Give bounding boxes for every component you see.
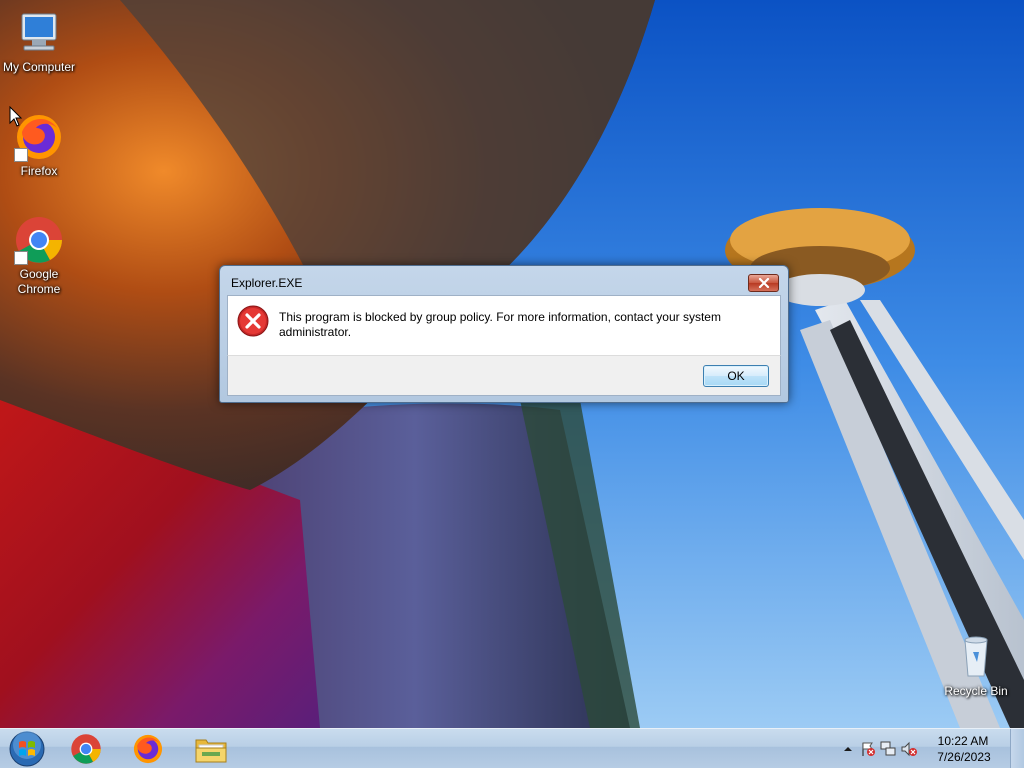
system-tray: 10:22 AM 7/26/2023: [834, 729, 1024, 768]
error-icon: [237, 305, 269, 337]
close-icon: [758, 278, 769, 288]
windows-start-icon: [9, 731, 45, 767]
folder-icon: [195, 739, 227, 763]
network-icon[interactable]: [880, 741, 896, 757]
dialog-close-button[interactable]: [748, 274, 779, 292]
chrome-icon: [14, 215, 64, 265]
error-dialog: Explorer.EXE This program is blocked by …: [219, 265, 789, 403]
firefox-icon: [133, 734, 163, 764]
ok-button[interactable]: OK: [703, 365, 769, 387]
show-hidden-icons-button[interactable]: [840, 741, 856, 757]
dialog-footer: OK: [227, 355, 781, 396]
show-desktop-button[interactable]: [1010, 729, 1024, 768]
desktop-icon-label: Firefox: [20, 164, 58, 178]
action-center-flag-icon[interactable]: [860, 741, 876, 757]
dialog-message: This program is blocked by group policy.…: [279, 310, 721, 339]
desktop-icon-label: My Computer: [2, 60, 76, 74]
desktop-icon-google-chrome[interactable]: Google Chrome: [0, 215, 78, 297]
shortcut-arrow-icon: [14, 251, 28, 265]
taskbar-explorer-button[interactable]: [183, 731, 239, 767]
volume-muted-icon[interactable]: [901, 741, 917, 757]
taskbar: 10:22 AM 7/26/2023: [0, 728, 1024, 768]
recycle-bin-icon: [951, 632, 1001, 682]
desktop-icon-my-computer[interactable]: My Computer: [0, 8, 78, 75]
desktop-icon-label: Recycle Bin: [944, 684, 1008, 698]
mouse-cursor-icon: [9, 106, 23, 127]
chrome-icon: [71, 734, 101, 764]
dialog-body: This program is blocked by group policy.…: [227, 295, 781, 355]
desktop-icon-label: Google Chrome: [17, 267, 61, 296]
taskbar-firefox-button[interactable]: [120, 731, 176, 767]
chevron-up-icon: [844, 747, 852, 751]
dialog-title: Explorer.EXE: [231, 276, 303, 290]
desktop-icon-recycle-bin[interactable]: Recycle Bin: [937, 632, 1015, 699]
start-button[interactable]: [3, 731, 51, 767]
taskbar-chrome-button[interactable]: [58, 731, 114, 767]
shortcut-arrow-icon: [14, 148, 28, 162]
computer-icon: [14, 8, 64, 58]
clock-date[interactable]: 7/26/2023: [926, 750, 1002, 764]
clock-time[interactable]: 10:22 AM: [928, 734, 998, 748]
